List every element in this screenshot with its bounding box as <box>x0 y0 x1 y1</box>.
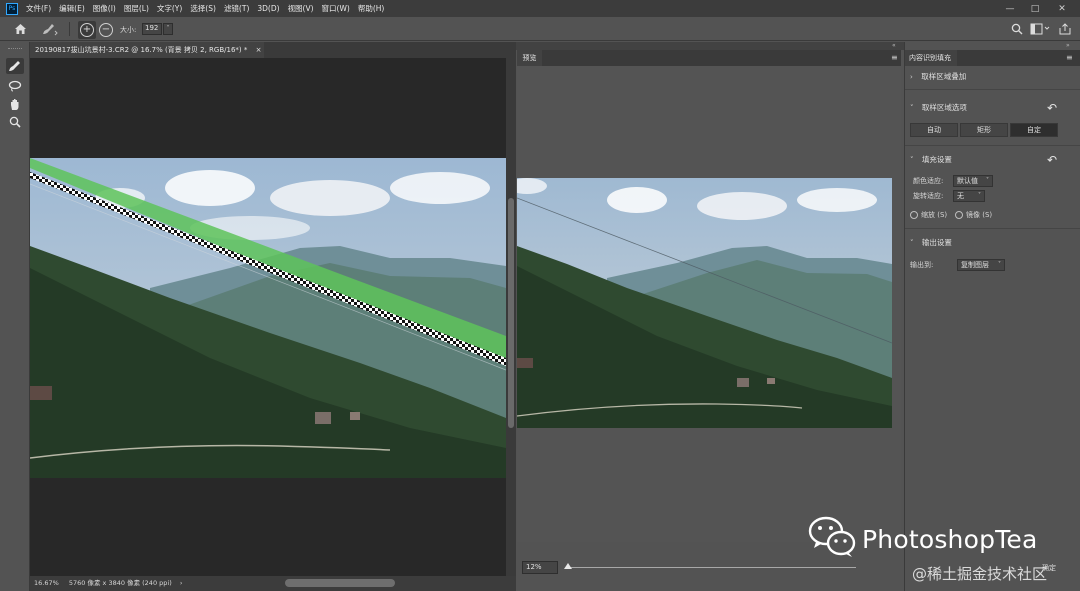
mirror-checkbox[interactable] <box>955 211 963 219</box>
scale-label: 缩放 (S) <box>921 211 948 219</box>
watermark-title: PhotoshopTea <box>862 525 1038 554</box>
rotation-adapt-dropdown[interactable]: 无 ˅ <box>953 190 985 202</box>
photoshop-logo-icon: Ps <box>6 2 18 15</box>
chevron-right-icon: › <box>910 73 913 81</box>
color-adapt-dropdown[interactable]: 默认值 ˅ <box>953 175 993 187</box>
mode-auto-button[interactable]: 自动 <box>910 123 958 137</box>
scale-checkbox[interactable] <box>910 211 918 219</box>
status-info: 5760 像素 x 3840 像素 (240 ppi) <box>68 579 172 587</box>
reset-icon[interactable]: ↶ <box>1045 101 1059 115</box>
workspace-icon[interactable] <box>1029 21 1051 37</box>
tab-close-icon[interactable]: × <box>256 46 262 54</box>
menu-image[interactable]: 图像(I) <box>93 3 116 14</box>
section-label: 输出设置 <box>921 238 952 247</box>
chevron-down-icon: ˅ <box>910 239 914 247</box>
size-dropdown-button[interactable]: ˅ <box>163 23 173 35</box>
chevron-down-icon: ˅ <box>998 261 1001 268</box>
mirror-label: 镜像 (S) <box>966 211 993 219</box>
lasso-tool-icon[interactable] <box>6 78 24 94</box>
toolbar-grip[interactable] <box>8 48 22 50</box>
zoom-tool-icon[interactable] <box>6 114 24 130</box>
reset-icon[interactable]: ↶ <box>1045 153 1059 167</box>
color-adapt-label: 颜色适应: <box>913 177 944 185</box>
preview-zoom-handle[interactable] <box>564 563 572 569</box>
chevron-down-icon: ˅ <box>910 104 914 112</box>
section-output-settings[interactable]: ˅ 输出设置 <box>910 237 952 248</box>
panel-menu-icon[interactable]: ≡ <box>1066 53 1074 63</box>
menu-edit[interactable]: 编辑(E) <box>59 3 85 14</box>
output-to-label: 输出到: <box>910 261 934 269</box>
healing-brush-icon[interactable] <box>38 21 60 37</box>
section-label: 取样区域叠加 <box>921 72 967 81</box>
options-bar <box>0 17 1080 41</box>
section-label: 取样区域选项 <box>921 103 967 112</box>
maximize-button[interactable]: □ <box>1025 0 1045 17</box>
chevron-down-icon: ˅ <box>986 177 989 184</box>
plus-circle-icon: + <box>80 22 94 38</box>
tab-content-aware-fill[interactable]: 内容识别填充 <box>905 50 957 66</box>
size-input[interactable]: 192 <box>142 23 162 35</box>
section-label: 填充设置 <box>921 155 952 164</box>
search-icon[interactable] <box>1009 21 1025 37</box>
minimize-button[interactable]: — <box>1000 0 1020 17</box>
wechat-icon <box>808 516 856 557</box>
menu-type[interactable]: 文字(Y) <box>157 3 182 14</box>
size-label: 大小: <box>120 26 137 34</box>
document-image[interactable] <box>30 158 506 478</box>
preview-zoom-slider[interactable] <box>566 567 856 568</box>
section-sampling-overlay[interactable]: › 取样区域叠加 <box>910 71 966 82</box>
status-zoom[interactable]: 16.67% <box>34 579 59 587</box>
mode-custom-button[interactable]: 自定 <box>1010 123 1058 137</box>
status-arrow-icon[interactable]: › <box>180 579 183 587</box>
document-tab-title: 20190817拔山坑景村-3.CR2 @ 16.7% (背景 拷贝 2, RG… <box>35 46 248 54</box>
close-button[interactable]: ✕ <box>1052 0 1072 17</box>
chevron-down-icon: ˅ <box>910 156 914 164</box>
rotation-adapt-label: 旋转适应: <box>913 192 944 200</box>
menu-bar: Ps 文件(F) 编辑(E) 图像(I) 图层(L) 文字(Y) 选择(S) 滤… <box>0 0 1080 17</box>
preview-menu-icon[interactable]: ≡ <box>891 53 899 63</box>
menu-help[interactable]: 帮助(H) <box>358 3 385 14</box>
preview-image[interactable] <box>517 178 892 428</box>
hand-tool-icon[interactable] <box>6 96 24 112</box>
menu-file[interactable]: 文件(F) <box>26 3 51 14</box>
brush-tool-icon[interactable] <box>6 58 24 74</box>
menu-3d[interactable]: 3D(D) <box>257 4 279 13</box>
horizontal-scrollbar[interactable] <box>285 579 395 587</box>
menu-select[interactable]: 选择(S) <box>190 3 216 14</box>
menu-filter[interactable]: 滤镜(T) <box>224 3 249 14</box>
document-tab[interactable]: 20190817拔山坑景村-3.CR2 @ 16.7% (背景 拷贝 2, RG… <box>30 42 264 58</box>
preview-zoom-field[interactable]: 12% <box>522 561 558 574</box>
menu-window[interactable]: 窗口(W) <box>322 3 350 14</box>
minus-circle-icon[interactable]: − <box>99 22 113 38</box>
section-fill-settings[interactable]: ˅ 填充设置 <box>910 154 952 165</box>
status-bar: 16.67% 5760 像素 x 3840 像素 (240 ppi) › <box>30 576 516 591</box>
menu-view[interactable]: 视图(V) <box>288 3 314 14</box>
section-sampling-options[interactable]: ˅ 取样区域选项 <box>910 102 967 113</box>
home-icon[interactable] <box>11 21 29 37</box>
mode-rectangle-button[interactable]: 矩形 <box>960 123 1008 137</box>
tab-preview[interactable]: 预览 <box>517 50 542 66</box>
watermark-subtitle: @稀土掘金技术社区 <box>912 565 1048 583</box>
menu-layer[interactable]: 图层(L) <box>124 3 149 14</box>
output-to-dropdown[interactable]: 复制图层 ˅ <box>957 259 1005 271</box>
vertical-scrollbar[interactable] <box>506 58 516 576</box>
chevron-down-icon: ˅ <box>978 192 981 199</box>
share-icon[interactable] <box>1057 21 1073 37</box>
